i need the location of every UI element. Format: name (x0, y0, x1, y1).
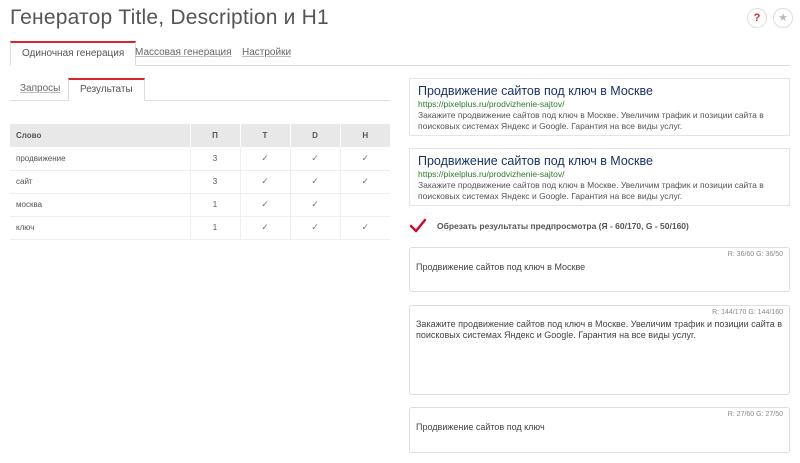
h1-field-value[interactable]: Продвижение сайтов под ключ (416, 422, 783, 433)
word-cell: сайт (10, 170, 191, 194)
tab-results[interactable]: Результаты (68, 78, 145, 101)
sub-tabs: Запросы Результаты (10, 78, 390, 101)
count-cell: 1 (190, 216, 241, 240)
table-row: сайт 3 ✓ ✓ ✓ (10, 170, 390, 194)
column-header-count[interactable]: П (190, 124, 241, 147)
title-field-value[interactable]: Продвижение сайтов под ключ в Москве (416, 262, 783, 273)
title-field[interactable]: R: 36/60 G: 36/50 Продвижение сайтов под… (409, 247, 790, 292)
column-header-h1[interactable]: H (340, 124, 390, 147)
check-icon: ✓ (290, 216, 341, 240)
column-header-word[interactable]: Слово (10, 124, 191, 147)
page-title: Генератор Title, Description и H1 (10, 6, 329, 29)
count-cell: 1 (190, 193, 241, 217)
check-icon: ✓ (240, 170, 291, 194)
check-icon: ✓ (340, 216, 390, 240)
snippet-description-line: Закажите продвижение сайтов под ключ в М… (418, 180, 764, 190)
check-icon (340, 193, 390, 217)
word-stats-table: Слово П T D H продвижение 3 ✓ ✓ ✓ сайт 3… (10, 124, 390, 240)
tab-queries[interactable]: Запросы (20, 78, 60, 101)
description-field-line[interactable]: Закажите продвижение сайтов под ключ в М… (416, 319, 783, 330)
help-button[interactable]: ? (747, 8, 767, 28)
check-icon: ✓ (240, 147, 291, 171)
description-field-line[interactable]: поисковых системах Яндекс и Google. Гара… (416, 330, 783, 341)
table-header-row: Слово П T D H (10, 124, 390, 147)
checkmark-icon[interactable] (409, 218, 427, 234)
count-cell: 3 (190, 170, 241, 194)
check-icon: ✓ (290, 147, 341, 171)
word-cell: москва (10, 193, 191, 217)
title-char-counter: R: 36/60 G: 36/50 (727, 251, 783, 258)
google-snippet-preview: Продвижение сайтов под ключ в Москве htt… (409, 148, 790, 206)
main-tabs: Одиночная генерация Массовая генерация Н… (10, 41, 790, 66)
h1-char-counter: R: 27/60 G: 27/50 (727, 411, 783, 418)
crop-preview-label: Обрезать результаты предпросмотра (Я - 6… (437, 221, 689, 231)
snippet-title: Продвижение сайтов под ключ в Москве (418, 154, 653, 168)
snippet-url: https://pixelplus.ru/prodvizhenie-sajtov… (418, 169, 565, 179)
yandex-snippet-preview: Продвижение сайтов под ключ в Москве htt… (409, 78, 790, 136)
check-icon: ✓ (340, 147, 390, 171)
word-cell: продвижение (10, 147, 191, 171)
h1-field[interactable]: R: 27/60 G: 27/50 Продвижение сайтов под… (409, 407, 790, 453)
snippet-url: https://pixelplus.ru/prodvizhenie-sajtov… (418, 99, 565, 109)
check-icon: ✓ (340, 170, 390, 194)
table-row: ключ 1 ✓ ✓ ✓ (10, 216, 390, 240)
table-row: москва 1 ✓ ✓ (10, 193, 390, 217)
description-field[interactable]: R: 144/170 G: 144/160 Закажите продвижен… (409, 305, 790, 395)
tab-settings[interactable]: Настройки (242, 41, 291, 66)
snippet-title: Продвижение сайтов под ключ в Москве (418, 84, 653, 98)
snippet-description-line: Закажите продвижение сайтов под ключ в М… (418, 110, 764, 120)
column-header-title[interactable]: T (240, 124, 291, 147)
check-icon: ✓ (240, 193, 291, 217)
snippet-description-line: поисковых системах Яндекс и Google. Гара… (418, 121, 683, 131)
table-row: продвижение 3 ✓ ✓ ✓ (10, 147, 390, 171)
favorite-star-button[interactable]: ★ (773, 8, 793, 28)
check-icon: ✓ (290, 170, 341, 194)
tab-single-generation[interactable]: Одиночная генерация (10, 41, 137, 66)
count-cell: 3 (190, 147, 241, 171)
column-header-description[interactable]: D (290, 124, 341, 147)
snippet-description-line: поисковых системах Яндекс и Google. Гара… (418, 191, 683, 201)
description-char-counter: R: 144/170 G: 144/160 (712, 309, 783, 316)
word-cell: ключ (10, 216, 191, 240)
tab-mass-generation[interactable]: Массовая генерация (135, 41, 232, 66)
check-icon: ✓ (240, 216, 291, 240)
check-icon: ✓ (290, 193, 341, 217)
